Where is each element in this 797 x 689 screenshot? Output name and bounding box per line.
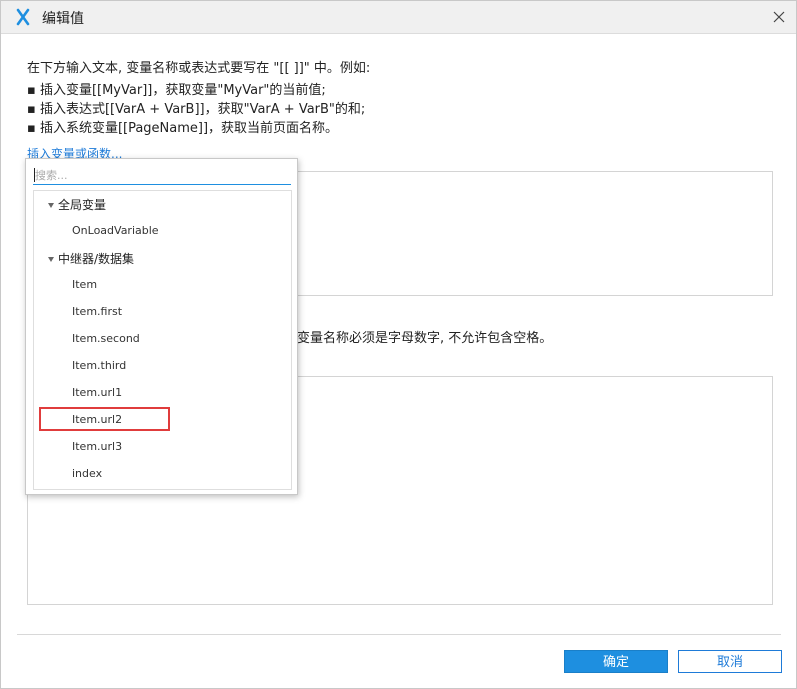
tree-item-item[interactable]: Item [72,278,97,291]
ok-button[interactable]: 确定 [564,650,668,673]
tree-item-item-second[interactable]: Item.second [72,332,140,345]
search-input[interactable] [33,167,291,185]
tree-group-global-variables[interactable]: 全局变量 [58,196,106,213]
title-bar: 编辑值 [1,1,796,34]
text-cursor [34,168,35,182]
tree-item-item-third[interactable]: Item.third [72,359,126,372]
axure-logo-icon [16,8,30,26]
tree-group-repeater-dataset[interactable]: 中继器/数据集 [58,250,134,267]
dialog-title: 编辑值 [42,11,84,27]
close-icon[interactable] [768,6,790,28]
instruction-line-4: ▪ 插入系统变量[[PageName]]，获取当前页面名称。 [27,121,339,136]
highlight-box [39,407,170,431]
instruction-line-3: ▪ 插入表达式[[VarA + VarB]]，获取"VarA + VarB"的和… [27,102,366,117]
tree-item-item-first[interactable]: Item.first [72,305,122,318]
local-variable-note: 部变量名称必须是字母数字, 不允许包含空格。 [284,331,553,346]
footer-divider [17,634,781,635]
tree-item-item-url3[interactable]: Item.url3 [72,440,122,453]
instruction-line-2: ▪ 插入变量[[MyVar]]，获取变量"MyVar"的当前值; [27,83,326,98]
variable-tree: 全局变量 OnLoadVariable 中继器/数据集 Item Item.fi… [33,190,292,490]
instruction-line-1: 在下方输入文本, 变量名称或表达式要写在 "[[ ]]" 中。例如: [27,61,371,76]
insert-variable-popup: 全局变量 OnLoadVariable 中继器/数据集 Item Item.fi… [25,158,298,495]
expand-arrow-icon[interactable] [48,203,54,208]
expand-arrow-icon[interactable] [48,257,54,262]
cancel-button[interactable]: 取消 [678,650,782,673]
tree-item-item-url1[interactable]: Item.url1 [72,386,122,399]
tree-item-onloadvariable[interactable]: OnLoadVariable [72,224,159,237]
tree-item-index[interactable]: index [72,467,102,480]
